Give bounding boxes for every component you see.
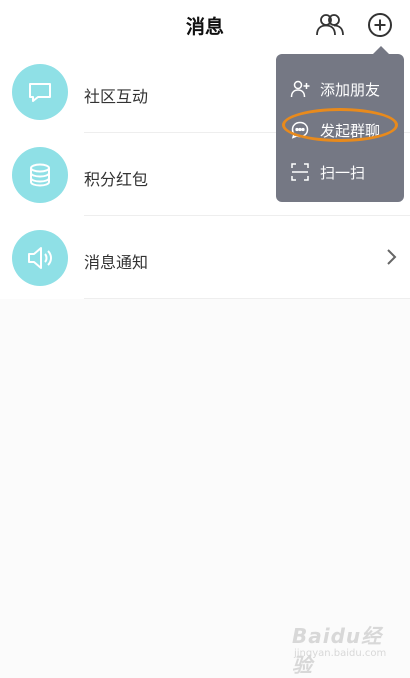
list-item-label: 积分红包 bbox=[84, 170, 149, 189]
watermark-url: jingyan.baidu.com bbox=[294, 648, 387, 659]
menu-item-scan[interactable]: 扫一扫 bbox=[276, 151, 404, 191]
menu-item-add-friend[interactable]: 添加朋友 bbox=[276, 68, 404, 108]
contacts-icon[interactable] bbox=[315, 10, 345, 40]
scan-icon bbox=[290, 162, 310, 182]
list-item-label: 消息通知 bbox=[84, 253, 149, 272]
chevron-right-icon bbox=[387, 249, 397, 265]
speaker-icon bbox=[12, 230, 68, 286]
watermark: Baidu经验 jingyan.baidu.com bbox=[292, 620, 392, 677]
add-friend-icon bbox=[290, 79, 310, 99]
menu-arrow bbox=[373, 46, 389, 54]
highlight-ring bbox=[282, 108, 398, 142]
divider bbox=[84, 298, 410, 299]
coin-stack-icon bbox=[12, 147, 68, 203]
plus-circle-icon[interactable] bbox=[365, 10, 395, 40]
menu-item-label: 添加朋友 bbox=[320, 81, 381, 99]
menu-item-label: 扫一扫 bbox=[320, 164, 366, 182]
list-item-notifications[interactable]: 消息通知 bbox=[0, 216, 410, 299]
page-title: 消息 bbox=[185, 16, 224, 38]
chat-bubble-icon bbox=[12, 64, 68, 120]
top-bar: 消息 bbox=[0, 0, 410, 50]
list-item-label: 社区互动 bbox=[84, 87, 149, 106]
